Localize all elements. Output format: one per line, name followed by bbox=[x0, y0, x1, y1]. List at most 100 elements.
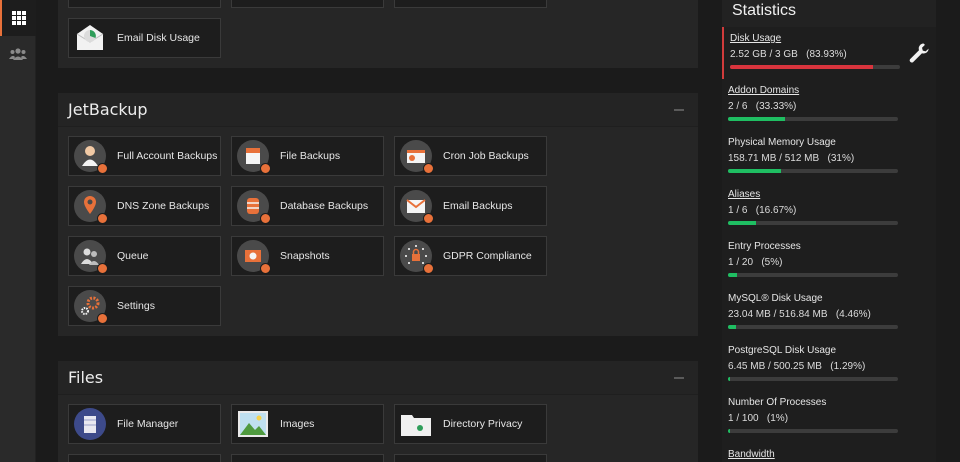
progress-bar bbox=[728, 273, 898, 277]
progress-bar bbox=[730, 65, 900, 69]
progress-bar bbox=[728, 221, 898, 225]
tile-label: Email Disk Usage bbox=[117, 32, 200, 44]
main-content: Email Disk Usage JetBackup Full Account … bbox=[58, 0, 698, 462]
left-rail bbox=[0, 0, 36, 462]
grid-icon bbox=[12, 11, 26, 25]
stat-value: 158.71 MB / 512 MB (31%) bbox=[728, 153, 855, 164]
stat-entry-processes: Entry Processes 1 / 20 (5%) bbox=[722, 235, 936, 287]
stat-value: 2.52 GB / 3 GB (83.93%) bbox=[730, 49, 847, 60]
stat-number-of-processes: Number Of Processes 1 / 100 (1%) bbox=[722, 391, 936, 443]
tile-full-account-backups[interactable]: Full Account Backups bbox=[68, 136, 221, 176]
collapse-icon[interactable] bbox=[672, 103, 686, 117]
stat-value: 23.04 MB / 516.84 MB (4.46%) bbox=[728, 309, 871, 320]
tile-cron-job-backups[interactable]: Cron Job Backups bbox=[394, 136, 547, 176]
wrench-icon[interactable] bbox=[908, 42, 930, 64]
stat-mysql-disk-usage: MySQL® Disk Usage 23.04 MB / 516.84 MB (… bbox=[722, 287, 936, 339]
tile-label: Email Backups bbox=[443, 200, 513, 212]
directory-privacy-icon bbox=[400, 408, 432, 440]
stat-aliases[interactable]: Aliases 1 / 6 (16.67%) bbox=[722, 183, 936, 235]
file-backups-icon bbox=[237, 140, 271, 174]
progress-bar bbox=[728, 169, 898, 173]
tile-email-backups[interactable]: Email Backups bbox=[394, 186, 547, 226]
tile-label: DNS Zone Backups bbox=[117, 200, 210, 212]
tile-snapshots[interactable]: Snapshots bbox=[231, 236, 384, 276]
stat-bandwidth[interactable]: Bandwidth bbox=[722, 443, 936, 462]
tile-dns-zone-backups[interactable]: DNS Zone Backups bbox=[68, 186, 221, 226]
rail-tools-button[interactable] bbox=[0, 0, 36, 36]
stat-value: 2 / 6 (33.33%) bbox=[728, 101, 797, 112]
tile-label: File Manager bbox=[117, 418, 179, 430]
tile-partial-5[interactable] bbox=[231, 454, 384, 462]
stat-name[interactable]: Aliases bbox=[728, 189, 760, 200]
tile-label: Snapshots bbox=[280, 250, 330, 262]
tile-file-backups[interactable]: File Backups bbox=[231, 136, 384, 176]
tile-file-manager[interactable]: File Manager bbox=[68, 404, 221, 444]
progress-fill bbox=[728, 273, 737, 277]
tile-label: Full Account Backups bbox=[117, 150, 218, 162]
full-account-backups-icon bbox=[74, 140, 108, 174]
panel-header: JetBackup bbox=[58, 93, 698, 127]
statistics-panel: Statistics Disk Usage 2.52 GB / 3 GB (83… bbox=[722, 0, 936, 462]
tile-label: Queue bbox=[117, 250, 149, 262]
stat-name[interactable]: Disk Usage bbox=[730, 33, 781, 44]
email-backups-icon bbox=[400, 190, 434, 224]
stat-postgresql-disk-usage: PostgreSQL Disk Usage 6.45 MB / 500.25 M… bbox=[722, 339, 936, 391]
panel-header: Files bbox=[58, 361, 698, 395]
tile-email-disk-usage[interactable]: Email Disk Usage bbox=[68, 18, 221, 58]
tile-label: Directory Privacy bbox=[443, 418, 523, 430]
queue-icon bbox=[74, 240, 108, 274]
cpanel-window: Email Disk Usage JetBackup Full Account … bbox=[0, 0, 960, 462]
stat-physical-memory-usage: Physical Memory Usage 158.71 MB / 512 MB… bbox=[722, 131, 936, 183]
files-panel: Files File Manager Images Directory Priv… bbox=[58, 361, 698, 462]
tile-gdpr-compliance[interactable]: GDPR Compliance bbox=[394, 236, 547, 276]
progress-fill bbox=[730, 65, 873, 69]
progress-fill bbox=[728, 377, 731, 381]
tile-settings[interactable]: Settings bbox=[68, 286, 221, 326]
progress-fill bbox=[728, 117, 785, 121]
progress-bar bbox=[728, 325, 898, 329]
tile-label: Database Backups bbox=[280, 200, 369, 212]
stat-value: 1 / 100 (1%) bbox=[728, 413, 789, 424]
progress-bar bbox=[728, 377, 898, 381]
stat-name[interactable]: Addon Domains bbox=[728, 85, 799, 96]
email-disk-usage-icon bbox=[74, 22, 106, 54]
tile-partial-3[interactable] bbox=[394, 0, 547, 8]
cron-job-backups-icon bbox=[400, 140, 434, 174]
tile-label: Settings bbox=[117, 300, 155, 312]
file-manager-icon bbox=[74, 408, 106, 440]
settings-icon bbox=[74, 290, 108, 324]
snapshots-icon bbox=[237, 240, 271, 274]
tile-partial-4[interactable] bbox=[68, 454, 221, 462]
users-icon bbox=[9, 48, 27, 60]
tile-label: Cron Job Backups bbox=[443, 150, 529, 162]
stat-value: 1 / 6 (16.67%) bbox=[728, 205, 797, 216]
stat-disk-usage[interactable]: Disk Usage 2.52 GB / 3 GB (83.93%) bbox=[722, 27, 936, 79]
progress-fill bbox=[728, 325, 736, 329]
tile-partial-2[interactable] bbox=[231, 0, 384, 8]
stat-value: 1 / 20 (5%) bbox=[728, 257, 783, 268]
panel-title: JetBackup bbox=[68, 100, 148, 119]
stat-addon-domains[interactable]: Addon Domains 2 / 6 (33.33%) bbox=[722, 79, 936, 131]
collapse-icon[interactable] bbox=[672, 371, 686, 385]
jetbackup-panel: JetBackup Full Account Backups File Back… bbox=[58, 93, 698, 336]
panel-title: Files bbox=[68, 368, 104, 387]
tile-images[interactable]: Images bbox=[231, 404, 384, 444]
rail-users-button[interactable] bbox=[0, 36, 36, 72]
stat-name: Number Of Processes bbox=[728, 397, 827, 408]
tile-database-backups[interactable]: Database Backups bbox=[231, 186, 384, 226]
tile-label: Images bbox=[280, 418, 315, 430]
gdpr-compliance-icon bbox=[400, 240, 434, 274]
stat-name: Entry Processes bbox=[728, 241, 801, 252]
tile-directory-privacy[interactable]: Directory Privacy bbox=[394, 404, 547, 444]
stat-name: MySQL® Disk Usage bbox=[728, 293, 823, 304]
tile-queue[interactable]: Queue bbox=[68, 236, 221, 276]
progress-fill bbox=[728, 221, 757, 225]
progress-fill bbox=[728, 169, 781, 173]
database-backups-icon bbox=[237, 190, 271, 224]
dns-zone-backups-icon bbox=[74, 190, 108, 224]
tile-partial-1[interactable] bbox=[68, 0, 221, 8]
stat-name[interactable]: Bandwidth bbox=[728, 449, 775, 460]
tile-partial-6[interactable] bbox=[394, 454, 547, 462]
statistics-title: Statistics bbox=[732, 2, 797, 19]
progress-bar bbox=[728, 117, 898, 121]
